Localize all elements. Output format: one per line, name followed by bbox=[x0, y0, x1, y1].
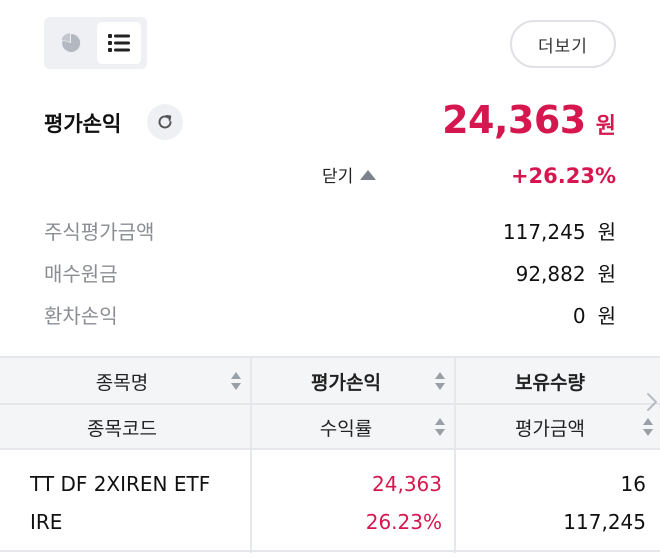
stock-quantity: 16 bbox=[620, 472, 646, 496]
column-header-eval-amount[interactable]: 평가금액 bbox=[456, 404, 660, 450]
pnl-rate: +26.23% bbox=[510, 164, 616, 188]
column-header-name-label: 종목명 bbox=[95, 371, 149, 394]
column-header-pnl[interactable]: 평가손익 bbox=[252, 358, 454, 404]
refresh-button[interactable] bbox=[147, 104, 183, 140]
divider bbox=[0, 403, 660, 405]
page-title: 평가손익 bbox=[44, 112, 122, 136]
divider bbox=[0, 448, 660, 450]
sort-icon bbox=[435, 418, 445, 436]
column-header-quantity-label: 보유수량 bbox=[515, 371, 585, 394]
stock-code: IRE bbox=[30, 510, 63, 534]
column-header-rate[interactable]: 수익률 bbox=[252, 404, 454, 450]
collapse-toggle[interactable]: 닫기 bbox=[322, 162, 377, 187]
column-header-rate-label: 수익률 bbox=[319, 417, 373, 440]
column-header-pnl-label: 평가손익 bbox=[311, 371, 381, 394]
fx-pnl-label: 환차손익 bbox=[44, 304, 118, 328]
pnl-unit: 원 bbox=[595, 114, 616, 139]
column-header-code-label: 종목코드 bbox=[87, 417, 157, 440]
sort-icon bbox=[231, 372, 241, 390]
purchase-principal-value: 92,882 원 bbox=[516, 258, 616, 287]
pie-chart-icon bbox=[61, 33, 81, 52]
sort-icon bbox=[435, 372, 445, 390]
chevron-right-icon[interactable] bbox=[644, 390, 660, 414]
divider bbox=[250, 358, 252, 553]
column-header-code[interactable]: 종목코드 bbox=[0, 404, 250, 450]
refresh-icon bbox=[158, 115, 172, 129]
divider bbox=[454, 358, 456, 553]
table-header: 종목명 평가손익 보유수량 종목코드 수익률 평가금액 bbox=[0, 358, 660, 450]
more-button[interactable]: 더보기 bbox=[510, 20, 616, 68]
stock-eval-amount-unit: 원 bbox=[597, 220, 616, 244]
stock-eval-amount-label: 주식평가금액 bbox=[44, 220, 155, 244]
column-header-quantity[interactable]: 보유수량 bbox=[456, 358, 660, 404]
stock-eval-amount: 117,245 bbox=[563, 510, 646, 534]
pnl-total: 24,363 원 bbox=[442, 98, 616, 142]
pie-chart-view-button[interactable] bbox=[49, 22, 93, 64]
column-header-name[interactable]: 종목명 bbox=[0, 358, 250, 404]
sort-icon bbox=[643, 418, 653, 436]
collapse-label: 닫기 bbox=[322, 167, 354, 187]
purchase-principal-label: 매수원금 bbox=[44, 262, 118, 286]
stock-eval-amount-value: 117,245 원 bbox=[503, 216, 616, 245]
stock-name: TT DF 2XIREN ETF bbox=[30, 472, 211, 496]
stock-eval-amount-number: 117,245 bbox=[502, 220, 586, 244]
holdings-table: 종목명 평가손익 보유수량 종목코드 수익률 평가금액 TT DF 2XIREN… bbox=[0, 356, 660, 553]
fx-pnl-value: 0 원 bbox=[573, 300, 616, 329]
triangle-up-icon bbox=[360, 169, 377, 180]
list-view-button[interactable] bbox=[97, 22, 141, 64]
list-icon bbox=[108, 34, 130, 52]
purchase-principal-number: 92,882 bbox=[515, 262, 586, 286]
stock-rate: 26.23% bbox=[365, 510, 442, 534]
fx-pnl-unit: 원 bbox=[597, 304, 616, 328]
pnl-value: 24,363 bbox=[442, 98, 586, 142]
column-header-eval-amount-label: 평가금액 bbox=[515, 417, 585, 440]
purchase-principal-unit: 원 bbox=[597, 262, 616, 286]
fx-pnl-number: 0 bbox=[572, 304, 586, 328]
stock-pnl: 24,363 bbox=[372, 472, 442, 496]
view-toggle-group bbox=[44, 17, 147, 69]
divider bbox=[0, 550, 660, 552]
